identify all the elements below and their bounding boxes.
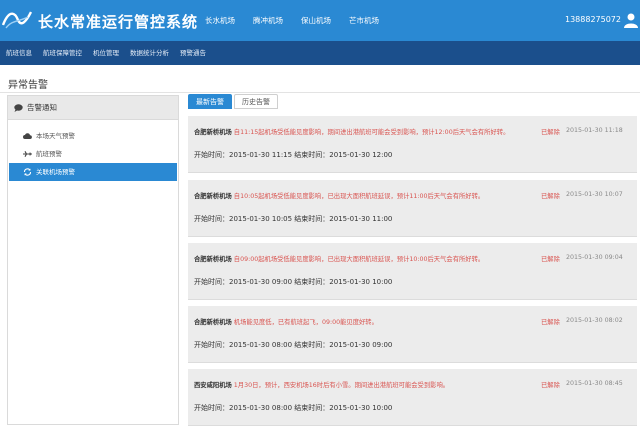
alert-message: 机场能见度低，已有航班起飞，09:00能见度好转。: [233, 319, 378, 326]
alert-time-range: 开始时间：2015-01-30 08:00 结束时间：2015-01-30 10…: [194, 404, 393, 412]
alert-status: 已解除: [541, 193, 560, 200]
nav-statistics[interactable]: 数据统计分析: [124, 41, 174, 65]
top-bar: 长水常准运行管控系统 长水机场 腾冲机场 保山机场 芒市机场 138882750…: [0, 0, 640, 41]
alert-time-range: 开始时间：2015-01-30 08:00 结束时间：2015-01-30 09…: [194, 341, 393, 349]
sidebar-item-related-airport[interactable]: 关联机场预警: [9, 163, 177, 181]
alert-timestamp: 2015-01-30 08:45: [566, 380, 623, 387]
alert-status: 已解除: [541, 382, 560, 389]
alert-time-range: 开始时间：2015-01-30 09:00 结束时间：2015-01-30 10…: [194, 278, 393, 286]
sidebar-item-label: 关联机场预警: [36, 168, 75, 176]
logo-icon: [2, 11, 32, 29]
chat-bubble-icon: [14, 103, 23, 112]
main-nav: 航班信息 航班保障管控 机位管理 数据统计分析 预警通告: [0, 41, 640, 65]
tab-history-alerts[interactable]: 历史告警: [234, 94, 278, 109]
alert-time-range: 开始时间：2015-01-30 11:15 结束时间：2015-01-30 12…: [194, 151, 393, 159]
alert-timestamp: 2015-01-30 10:07: [566, 191, 623, 198]
alert-message: 自11:15起机场受低能见度影响，期间进出港航班可能会受到影响，预计12:00后…: [233, 129, 510, 136]
alert-airport: 西安咸阳机场: [194, 382, 232, 389]
alert-card: 合肥新桥机场 自10:05起机场受低能见度影响，已出现大面积航班延误，预计11:…: [188, 180, 637, 237]
alert-status: 已解除: [541, 319, 560, 326]
sidebar: 告警通知 本场天气预警 航班预警 关联机场预警: [7, 95, 179, 425]
alert-message: 自10:05起机场受低能见度影响，已出现大面积航班延误，预计11:00后天气会有…: [233, 193, 485, 200]
alert-tabs: 最新告警 历史告警: [188, 94, 280, 109]
sidebar-item-label: 本场天气预警: [36, 132, 75, 140]
airport-tab-mangshi[interactable]: 芒市机场: [340, 0, 388, 41]
airplane-icon: [23, 151, 32, 157]
airport-tab-tengchong[interactable]: 腾冲机场: [244, 0, 292, 41]
alert-time-range: 开始时间：2015-01-30 10:05 结束时间：2015-01-30 11…: [194, 215, 393, 223]
title-divider: [0, 92, 640, 93]
alert-card: 西安咸阳机场 1月30日，预计，西安机场16时后有小雪。期间进出港航班可能会受到…: [188, 369, 637, 426]
alert-status: 已解除: [541, 256, 560, 263]
sidebar-item-label: 航班预警: [36, 150, 62, 158]
sidebar-item-local-weather[interactable]: 本场天气预警: [9, 127, 177, 145]
alert-airport: 合肥新桥机场: [194, 319, 232, 326]
alert-message: 1月30日，预计，西安机场16时后有小雪。期间进出港航班可能会受到影响。: [233, 382, 450, 389]
tab-latest-alerts[interactable]: 最新告警: [188, 94, 232, 109]
nav-stand-management[interactable]: 机位管理: [87, 41, 124, 65]
alert-message: 自09:00起机场受低能见度影响，已出现大面积航班延误，预计10:00后天气会有…: [233, 256, 485, 263]
nav-flight-guarantee[interactable]: 航班保障管控: [37, 41, 87, 65]
refresh-icon: [23, 168, 32, 176]
airport-tab-baoshan[interactable]: 保山机场: [292, 0, 340, 41]
airport-nav: 长水机场 腾冲机场 保山机场 芒市机场: [196, 0, 388, 41]
sidebar-item-flight-warning[interactable]: 航班预警: [9, 145, 177, 163]
sidebar-header-label: 告警通知: [27, 102, 57, 112]
system-title: 长水常准运行管控系统: [38, 13, 199, 31]
sidebar-list: 本场天气预警 航班预警 关联机场预警: [8, 120, 178, 181]
alert-status: 已解除: [541, 129, 560, 136]
alert-airport: 合肥新桥机场: [194, 193, 232, 200]
page-title: 异常告警: [8, 80, 48, 91]
user-phone[interactable]: 13888275072: [565, 15, 621, 24]
alert-timestamp: 2015-01-30 08:02: [566, 317, 623, 324]
alert-timestamp: 2015-01-30 11:18: [566, 127, 623, 134]
cloud-icon: [23, 133, 32, 139]
alert-card: 合肥新桥机场 自11:15起机场受低能见度影响，期间进出港航班可能会受到影响，预…: [188, 116, 637, 173]
alert-airport: 合肥新桥机场: [194, 256, 232, 263]
airport-tab-changshui[interactable]: 长水机场: [196, 0, 244, 41]
alert-airport: 合肥新桥机场: [194, 129, 232, 136]
user-avatar-icon[interactable]: [622, 12, 640, 28]
nav-warnings[interactable]: 预警通告: [174, 41, 211, 65]
alert-card: 合肥新桥机场 自09:00起机场受低能见度影响，已出现大面积航班延误，预计10:…: [188, 243, 637, 300]
alert-timestamp: 2015-01-30 09:04: [566, 254, 623, 261]
nav-flight-info[interactable]: 航班信息: [0, 41, 37, 65]
sidebar-header: 告警通知: [8, 96, 178, 120]
alert-card: 合肥新桥机场 机场能见度低，已有航班起飞，09:00能见度好转。 已解除 201…: [188, 306, 637, 363]
